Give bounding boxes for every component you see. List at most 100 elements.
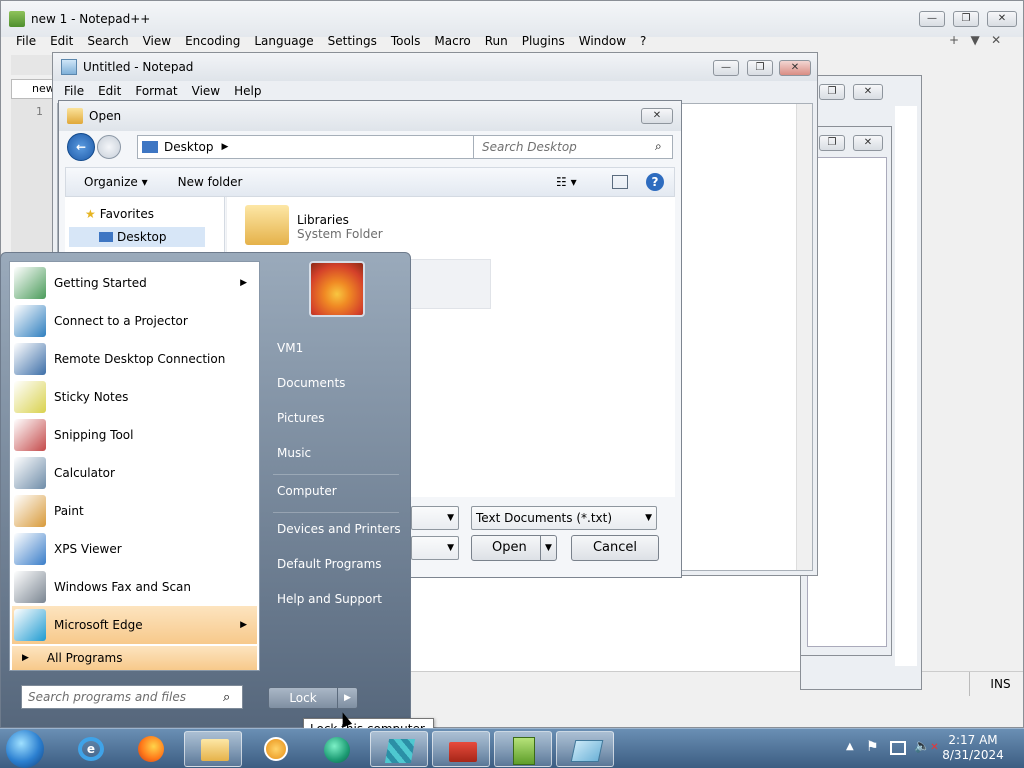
notepad-minimize-button[interactable]: — xyxy=(713,60,739,76)
notepad-maximize-button[interactable]: ❐ xyxy=(747,60,773,76)
open-titlebar[interactable]: Open xyxy=(59,101,681,131)
filename-combo[interactable]: ▼ xyxy=(411,506,459,530)
forward-button[interactable] xyxy=(97,135,121,159)
firefox-icon[interactable] xyxy=(122,731,180,767)
npp-menu-settings[interactable]: Settings xyxy=(321,34,384,48)
start-link-help-and-support[interactable]: Help and Support xyxy=(277,592,382,606)
program-getting-started[interactable]: Getting Started ▶ xyxy=(12,264,257,302)
npp-menu-[interactable]: ? xyxy=(633,34,653,48)
start-link-music[interactable]: Music xyxy=(277,446,311,460)
start-orb-icon[interactable] xyxy=(6,730,44,768)
start-link-documents[interactable]: Documents xyxy=(277,376,345,390)
start-link-computer[interactable]: Computer xyxy=(277,484,337,498)
user-picture[interactable] xyxy=(309,261,365,317)
address-bar[interactable]: Desktop ▶ ▼ xyxy=(137,135,499,159)
program-label: Connect to a Projector xyxy=(54,314,188,328)
desktop-icon xyxy=(142,141,158,153)
preview-pane-icon[interactable] xyxy=(612,175,628,189)
program-windows-fax-and-scan[interactable]: Windows Fax and Scan xyxy=(12,568,257,606)
start-link-devices-and-printers[interactable]: Devices and Printers xyxy=(277,522,401,536)
calculator-icon xyxy=(14,457,46,489)
npp-menu-run[interactable]: Run xyxy=(478,34,515,48)
all-programs-button[interactable]: ▶ All Programs xyxy=(12,646,257,670)
npp-menu-file[interactable]: File xyxy=(9,34,43,48)
search-desktop-input[interactable]: Search Desktop xyxy=(473,135,673,159)
network-icon[interactable] xyxy=(890,741,906,755)
system-clock[interactable]: 2:17 AM 8/31/2024 xyxy=(930,733,1016,763)
start-link-vm1[interactable]: VM1 xyxy=(277,341,303,355)
play-arrow-icon: ▶ xyxy=(22,653,29,663)
notepad-menu-view[interactable]: View xyxy=(185,84,227,98)
search-icon[interactable]: ⌕ xyxy=(655,139,662,154)
cubes-icon[interactable] xyxy=(370,731,428,767)
npp-menu-tools[interactable]: Tools xyxy=(384,34,428,48)
program-xps-viewer[interactable]: XPS Viewer xyxy=(12,530,257,568)
program-label: Paint xyxy=(54,504,84,518)
organize-button[interactable]: Organize ▾ xyxy=(84,175,148,189)
bg2-restore-button[interactable]: ❐ xyxy=(819,135,845,151)
tablet-icon[interactable] xyxy=(556,731,614,767)
open-close-button[interactable]: ✕ xyxy=(641,108,673,124)
notepad-menu-format[interactable]: Format xyxy=(128,84,184,98)
npp-minimize-button[interactable]: — xyxy=(919,11,945,27)
notepad-menu-edit[interactable]: Edit xyxy=(91,84,128,98)
folder-icon xyxy=(67,108,83,124)
help-icon[interactable]: ? xyxy=(646,173,664,191)
notepad-close-button[interactable]: ✕ xyxy=(779,60,811,76)
npp-menu-encoding[interactable]: Encoding xyxy=(178,34,247,48)
program-paint[interactable]: Paint xyxy=(12,492,257,530)
npp-maximize-button[interactable]: ❐ xyxy=(953,11,979,27)
search-programs-input[interactable]: Search programs and files xyxy=(21,685,243,709)
notepad-menu-file[interactable]: File xyxy=(57,84,91,98)
action-center-flag-icon[interactable]: ⚑ xyxy=(866,739,879,755)
bg1-restore-button[interactable]: ❐ xyxy=(819,84,845,100)
filetype-select[interactable]: Text Documents (*.txt) ▼ xyxy=(471,506,657,530)
lock-options-arrow-icon[interactable]: ▶ xyxy=(337,688,357,708)
network-globe-icon[interactable] xyxy=(308,731,366,767)
toolbox-icon[interactable] xyxy=(432,731,490,767)
new-folder-button[interactable]: New folder xyxy=(178,175,243,189)
clock-time: 2:17 AM xyxy=(948,733,998,747)
explorer-icon[interactable] xyxy=(184,731,242,767)
ie-icon[interactable]: e xyxy=(62,731,120,767)
bg2-close-button[interactable]: ✕ xyxy=(853,135,883,151)
cancel-button[interactable]: Cancel xyxy=(571,535,659,561)
npp-menu-window[interactable]: Window xyxy=(572,34,633,48)
start-link-default-programs[interactable]: Default Programs xyxy=(277,557,382,571)
file-item-placeholder[interactable] xyxy=(407,259,491,309)
view-options-icon[interactable]: ☷ ▾ xyxy=(556,175,577,189)
npp-menu-search[interactable]: Search xyxy=(80,34,135,48)
breadcrumb-arrow-icon[interactable]: ▶ xyxy=(222,142,229,152)
npp-menu-macro[interactable]: Macro xyxy=(427,34,477,48)
npp-menu-plugins[interactable]: Plugins xyxy=(515,34,572,48)
open-button[interactable]: Open ▼ xyxy=(471,535,557,561)
npp-menu-view[interactable]: View xyxy=(136,34,178,48)
encoding-combo[interactable]: ▼ xyxy=(411,536,459,560)
notepad-menu-help[interactable]: Help xyxy=(227,84,268,98)
program-remote-desktop-connection[interactable]: Remote Desktop Connection xyxy=(12,340,257,378)
program-calculator[interactable]: Calculator xyxy=(12,454,257,492)
open-split-arrow-icon[interactable]: ▼ xyxy=(540,536,556,560)
notepad-plus-icon[interactable] xyxy=(494,731,552,767)
program-snipping-tool[interactable]: Snipping Tool xyxy=(12,416,257,454)
snipping-tool-icon xyxy=(14,419,46,451)
program-sticky-notes[interactable]: Sticky Notes xyxy=(12,378,257,416)
notepad-scrollbar[interactable] xyxy=(796,104,812,570)
program-microsoft-edge[interactable]: Microsoft Edge ▶ xyxy=(12,606,257,644)
npp-close-button[interactable]: ✕ xyxy=(987,11,1017,27)
notepad-titlebar[interactable]: Untitled - Notepad xyxy=(53,53,817,81)
lock-button[interactable]: Lock ▶ xyxy=(268,687,358,709)
bg1-close-button[interactable]: ✕ xyxy=(853,84,883,100)
start-link-pictures[interactable]: Pictures xyxy=(277,411,325,425)
program-connect-to-a-projector[interactable]: Connect to a Projector xyxy=(12,302,257,340)
npp-menu-language[interactable]: Language xyxy=(247,34,320,48)
nav-favorites[interactable]: ★ Favorites xyxy=(85,207,154,221)
npp-menu-edit[interactable]: Edit xyxy=(43,34,80,48)
libraries-item[interactable]: Libraries System Folder xyxy=(297,213,383,241)
media-player-icon[interactable] xyxy=(246,731,304,767)
nav-desktop[interactable]: Desktop xyxy=(69,227,205,247)
back-button[interactable]: ← xyxy=(67,133,95,161)
show-hidden-icons-icon[interactable]: ▲ xyxy=(846,741,854,752)
npp-tab[interactable]: new xyxy=(11,79,55,99)
bg1-content xyxy=(895,106,917,666)
